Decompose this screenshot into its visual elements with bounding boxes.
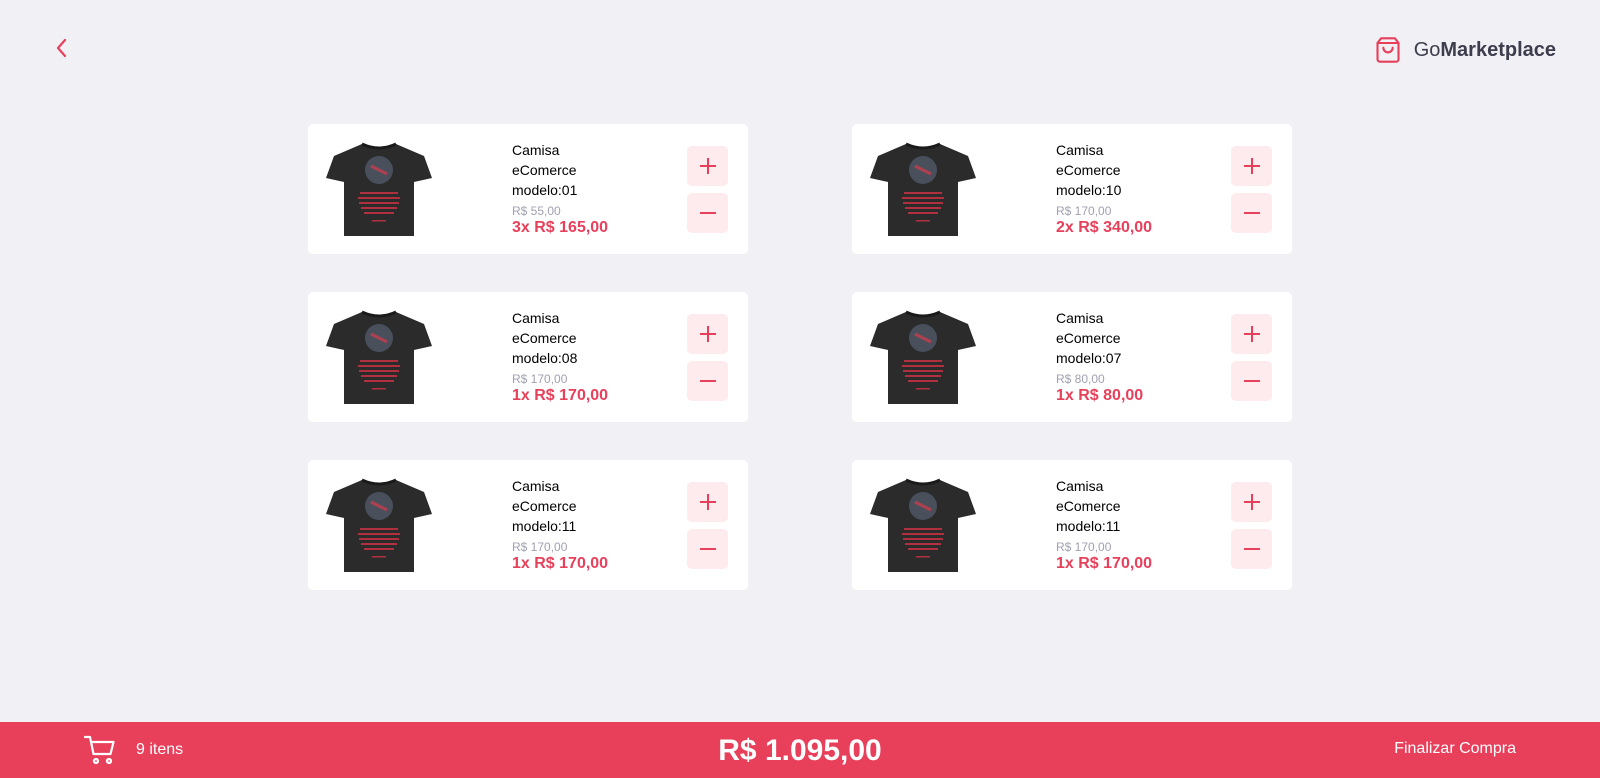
item-title: Camisa eComerce modelo:11: [512, 478, 577, 534]
minus-icon: [699, 548, 716, 550]
decrement-button[interactable]: [1231, 193, 1272, 233]
plus-icon: [1243, 494, 1260, 510]
item-subtotal: 2x R$ 340,00: [1056, 219, 1153, 236]
item-unit-price: R$ 55,00: [512, 204, 561, 218]
brand-logo[interactable]: GoMarketplace: [1374, 36, 1556, 64]
item-info: Camisa eComerce modelo:11 R$ 170,00 1x R…: [512, 476, 672, 573]
minus-icon: [1243, 548, 1260, 550]
item-subtotal: 1x R$ 170,00: [1056, 555, 1153, 572]
item-info: Camisa eComerce modelo:08 R$ 170,00 1x R…: [512, 308, 672, 405]
item-unit-price: R$ 170,00: [1056, 204, 1112, 218]
product-image: [326, 478, 432, 572]
plus-icon: [699, 158, 716, 174]
cart-item-card: Camisa eComerce modelo:11 R$ 170,00 1x R…: [308, 460, 748, 590]
checkout-button[interactable]: Finalizar Compra: [1394, 740, 1516, 758]
minus-icon: [1243, 380, 1260, 382]
cart-summary-button[interactable]: 9 itens: [84, 734, 183, 766]
item-subtotal: 1x R$ 170,00: [512, 555, 609, 572]
item-title: Camisa eComerce modelo:10: [1056, 142, 1122, 198]
item-unit-price: R$ 170,00: [512, 540, 568, 554]
item-subtotal: 1x R$ 80,00: [1056, 387, 1144, 404]
product-image: [870, 310, 976, 404]
decrement-button[interactable]: [1231, 361, 1272, 401]
product-image: [870, 142, 976, 236]
item-info: Camisa eComerce modelo:11 R$ 170,00 1x R…: [1056, 476, 1216, 573]
minus-icon: [1243, 212, 1260, 214]
increment-button[interactable]: [1231, 314, 1272, 354]
brand-main: Marketplace: [1440, 38, 1556, 61]
item-unit-price: R$ 80,00: [1056, 372, 1105, 386]
minus-icon: [699, 380, 716, 382]
brand-name: GoMarketplace: [1414, 39, 1556, 62]
cart-footer: 9 itens R$ 1.095,00 Finalizar Compra: [0, 722, 1600, 778]
header: GoMarketplace: [0, 0, 1600, 100]
decrement-button[interactable]: [687, 193, 728, 233]
minus-icon: [699, 212, 716, 214]
increment-button[interactable]: [1231, 146, 1272, 186]
plus-icon: [699, 494, 716, 510]
decrement-button[interactable]: [687, 361, 728, 401]
increment-button[interactable]: [687, 146, 728, 186]
cart-item-card: Camisa eComerce modelo:07 R$ 80,00 1x R$…: [852, 292, 1292, 422]
decrement-button[interactable]: [687, 529, 728, 569]
chevron-left-icon: [56, 38, 67, 58]
decrement-button[interactable]: [1231, 529, 1272, 569]
item-unit-price: R$ 170,00: [1056, 540, 1112, 554]
item-title: Camisa eComerce modelo:01: [512, 142, 578, 198]
cart-item-card: Camisa eComerce modelo:10 R$ 170,00 2x R…: [852, 124, 1292, 254]
item-subtotal: 3x R$ 165,00: [512, 219, 609, 236]
cart-total: R$ 1.095,00: [718, 734, 882, 767]
product-image: [870, 478, 976, 572]
brand-prefix: Go: [1413, 38, 1441, 61]
product-image: [326, 310, 432, 404]
item-unit-price: R$ 170,00: [512, 372, 568, 386]
item-subtotal: 1x R$ 170,00: [512, 387, 609, 404]
increment-button[interactable]: [687, 314, 728, 354]
shopping-cart-icon: [84, 735, 115, 765]
item-info: Camisa eComerce modelo:01 R$ 55,00 3x R$…: [512, 140, 672, 237]
cart-item-card: Camisa eComerce modelo:11 R$ 170,00 1x R…: [852, 460, 1292, 590]
item-title: Camisa eComerce modelo:11: [1056, 478, 1121, 534]
item-count: 9 itens: [136, 741, 184, 758]
item-info: Camisa eComerce modelo:10 R$ 170,00 2x R…: [1056, 140, 1216, 237]
shopping-bag-icon: [1376, 37, 1400, 63]
cart-items-grid: Camisa eComerce modelo:01 R$ 55,00 3x R$…: [308, 124, 1292, 590]
cart-item-card: Camisa eComerce modelo:01 R$ 55,00 3x R$…: [308, 124, 748, 254]
plus-icon: [1243, 158, 1260, 174]
cart-item-card: Camisa eComerce modelo:08 R$ 170,00 1x R…: [308, 292, 748, 422]
plus-icon: [699, 326, 716, 342]
item-title: Camisa eComerce modelo:08: [512, 310, 578, 366]
item-info: Camisa eComerce modelo:07 R$ 80,00 1x R$…: [1056, 308, 1216, 405]
increment-button[interactable]: [1231, 482, 1272, 522]
increment-button[interactable]: [687, 482, 728, 522]
product-image: [326, 142, 432, 236]
plus-icon: [1243, 326, 1260, 342]
item-title: Camisa eComerce modelo:07: [1056, 310, 1122, 366]
back-button[interactable]: [50, 36, 74, 60]
